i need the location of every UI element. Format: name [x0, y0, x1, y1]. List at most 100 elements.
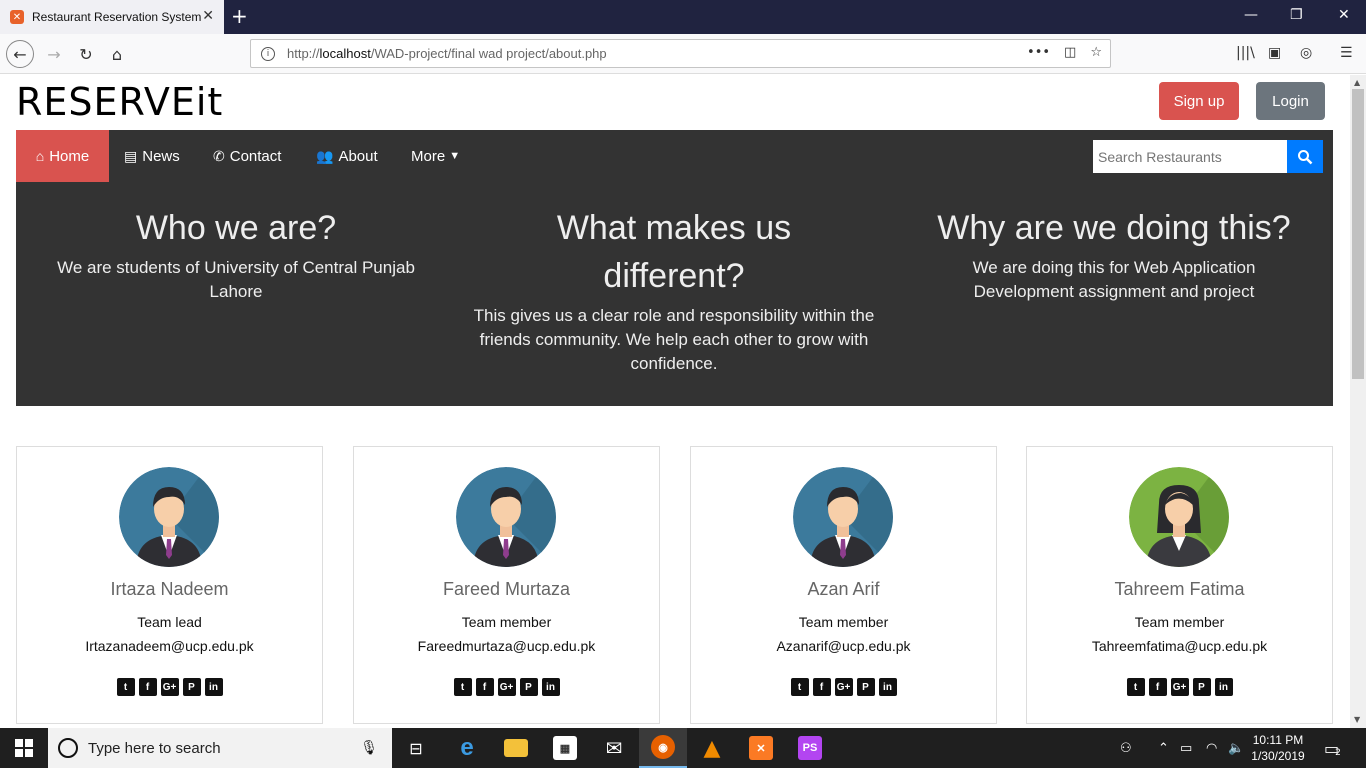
taskbar-search[interactable]: Type here to search 🎙	[48, 728, 392, 768]
pocket-icon[interactable]: ◫	[1064, 45, 1076, 60]
info-icon[interactable]: i	[261, 46, 275, 61]
reload-icon[interactable]: ↻	[72, 40, 100, 68]
forward-icon[interactable]: →	[40, 40, 68, 68]
scroll-thumb[interactable]	[1352, 89, 1364, 379]
sidebar-icon[interactable]: ▣	[1268, 45, 1281, 61]
new-tab-icon[interactable]: +	[231, 4, 248, 28]
nav-contact[interactable]: ✆ Contact	[213, 130, 281, 182]
linkedin-icon[interactable]: in	[1214, 678, 1233, 696]
nav-news[interactable]: ▤ News	[124, 130, 180, 182]
nav-home[interactable]: ⌂ Home	[16, 130, 109, 182]
about-hero: Who we are? We are students of Universit…	[16, 182, 1333, 406]
twitter-icon[interactable]: t	[1126, 678, 1145, 696]
caret-down-icon: ▼	[449, 150, 461, 162]
browser-tab-bar: ✕ Restaurant Reservation System ✕ + — ❐ …	[0, 0, 1366, 34]
pinterest-icon[interactable]: P	[856, 678, 875, 696]
brand-logo[interactable]: RESERVEit	[16, 80, 223, 124]
nav-about[interactable]: 👥 About	[316, 130, 378, 182]
xampp-app[interactable]: ✕	[737, 728, 785, 768]
more-actions-icon[interactable]: •••	[1027, 45, 1050, 60]
vlc-icon: ▲	[703, 735, 721, 761]
phone-icon: ✆	[213, 147, 225, 164]
facebook-icon[interactable]: f	[475, 678, 494, 696]
search-input[interactable]	[1093, 140, 1287, 173]
battery-icon[interactable]: ▭	[1180, 728, 1192, 768]
microphone-icon[interactable]: 🎙	[360, 740, 378, 756]
menu-icon[interactable]: ☰	[1340, 45, 1353, 61]
twitter-icon[interactable]: t	[453, 678, 472, 696]
mail-app[interactable]: ✉	[590, 728, 638, 768]
nav-news-label: News	[142, 147, 180, 165]
file-explorer-app[interactable]	[492, 728, 540, 768]
library-icon[interactable]: |||\	[1236, 45, 1255, 61]
address-bar[interactable]: i http://localhost/WAD-project/final wad…	[250, 39, 1111, 68]
scroll-down-icon[interactable]: ▼	[1354, 715, 1360, 724]
edge-icon: e	[460, 734, 474, 761]
vlc-app[interactable]: ▲	[688, 728, 736, 768]
url-prefix: http://	[287, 46, 320, 61]
facebook-icon[interactable]: f	[138, 678, 157, 696]
close-window-icon[interactable]: ✕	[1338, 7, 1350, 23]
site-navbar: ⌂ Home ▤ News ✆ Contact 👥 About More ▼	[16, 130, 1333, 182]
hero-heading: Who we are?	[135, 209, 337, 247]
restore-icon[interactable]: ❐	[1290, 7, 1303, 23]
bookmark-star-icon[interactable]: ☆	[1090, 45, 1102, 60]
tab-title: Restaurant Reservation System	[32, 10, 202, 24]
nav-more-label: More	[411, 147, 446, 165]
windows-taskbar: Type here to search 🎙 ⊟ e ▦ ✉ ◉ ▲ ✕ PS ⚇…	[0, 728, 1366, 768]
pinterest-icon[interactable]: P	[182, 678, 201, 696]
store-app[interactable]: ▦	[541, 728, 589, 768]
linkedin-icon[interactable]: in	[541, 678, 560, 696]
login-button[interactable]: Login	[1256, 82, 1325, 120]
twitter-icon[interactable]: t	[790, 678, 809, 696]
female-avatar-icon	[1129, 467, 1229, 567]
hero-different: What makes us different? This gives us a…	[468, 182, 880, 376]
volume-icon[interactable]: 🔈	[1228, 728, 1244, 768]
wifi-icon[interactable]: ◠	[1206, 728, 1217, 768]
twitter-icon[interactable]: t	[116, 678, 135, 696]
clock[interactable]: 10:11 PM 1/30/2019	[1248, 732, 1308, 764]
firefox-app[interactable]: ◉	[639, 728, 687, 768]
male-avatar-icon	[456, 467, 556, 567]
member-role: Team member	[461, 614, 552, 630]
scroll-up-icon[interactable]: ▲	[1354, 78, 1360, 87]
hero-text: We are students of University of Central…	[57, 258, 415, 301]
newspaper-icon: ▤	[124, 147, 138, 164]
member-role: Team member	[1134, 614, 1225, 630]
url-path: /WAD-project/final wad project/about.php	[370, 46, 607, 61]
facebook-icon[interactable]: f	[812, 678, 831, 696]
pinterest-icon[interactable]: P	[519, 678, 538, 696]
google-plus-icon[interactable]: G+	[160, 678, 179, 696]
edge-app[interactable]: e	[443, 728, 491, 768]
pinterest-icon[interactable]: P	[1192, 678, 1211, 696]
sync-icon[interactable]: ◎	[1300, 45, 1312, 61]
start-button[interactable]	[0, 728, 48, 768]
task-view-button[interactable]: ⊟	[392, 728, 440, 768]
minimize-icon[interactable]: —	[1244, 7, 1258, 23]
social-links: t f G+ P in	[1027, 678, 1332, 696]
member-name: Tahreem Fatima	[1114, 579, 1245, 599]
back-icon[interactable]: ←	[6, 40, 34, 68]
member-email: Irtazanadeem@ucp.edu.pk	[85, 638, 254, 654]
browser-toolbar: ← → ↻ ⌂ i http://localhost/WAD-project/f…	[0, 34, 1366, 74]
phpstorm-app[interactable]: PS	[786, 728, 834, 768]
search-button[interactable]	[1287, 140, 1323, 173]
phpstorm-icon: PS	[798, 736, 822, 760]
google-plus-icon[interactable]: G+	[834, 678, 853, 696]
close-tab-icon[interactable]: ✕	[202, 8, 214, 24]
action-center-icon[interactable]: ▭ 2	[1324, 728, 1341, 768]
page-scrollbar[interactable]: ▲ ▼	[1350, 75, 1366, 728]
nav-more-dropdown[interactable]: More ▼	[411, 130, 460, 182]
home-icon[interactable]: ⌂	[103, 40, 131, 68]
people-icon[interactable]: ⚇	[1120, 728, 1132, 768]
google-plus-icon[interactable]: G+	[497, 678, 516, 696]
clock-time: 10:11 PM	[1252, 733, 1304, 747]
browser-tab[interactable]: ✕ Restaurant Reservation System ✕	[0, 0, 224, 34]
url-host: localhost	[319, 46, 371, 61]
facebook-icon[interactable]: f	[1148, 678, 1167, 696]
linkedin-icon[interactable]: in	[204, 678, 223, 696]
signup-button[interactable]: Sign up	[1159, 82, 1239, 120]
show-hidden-icons[interactable]: ⌃	[1158, 728, 1169, 768]
google-plus-icon[interactable]: G+	[1170, 678, 1189, 696]
linkedin-icon[interactable]: in	[878, 678, 897, 696]
